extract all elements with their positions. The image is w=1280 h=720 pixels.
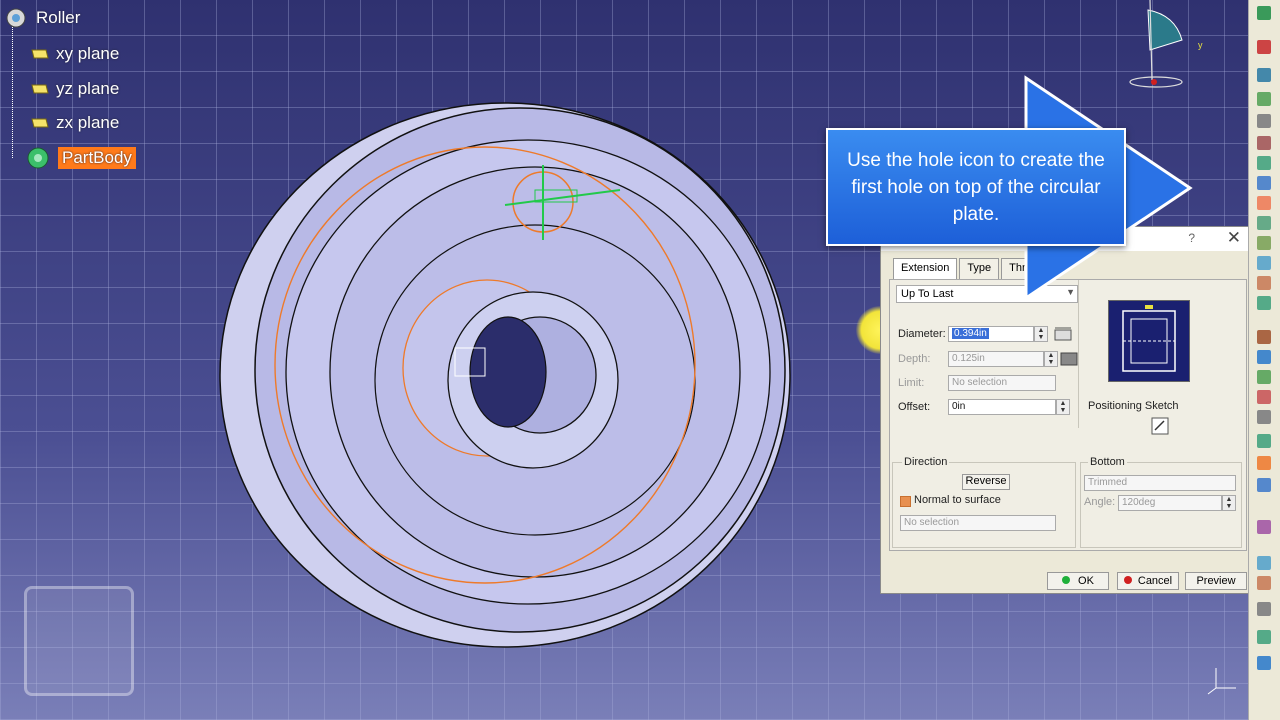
limit-label: Limit: xyxy=(898,377,925,389)
positioning-sketch-label: Positioning Sketch xyxy=(1088,400,1179,412)
tree-item-partbody[interactable]: PartBody xyxy=(24,145,136,171)
direction-selection-input[interactable]: No selection xyxy=(900,515,1056,531)
toolbar-tool-icon[interactable] xyxy=(1257,370,1271,384)
diameter-label: Diameter: xyxy=(898,328,946,340)
tree-connector xyxy=(12,24,13,158)
diameter-spinner[interactable]: ▲ ▼ xyxy=(1034,326,1048,342)
angle-label: Angle: xyxy=(1084,496,1116,508)
axis-triad-icon xyxy=(1207,668,1236,695)
measure-icon[interactable] xyxy=(1052,324,1074,344)
plane-icon xyxy=(31,84,49,94)
depth-input[interactable]: 0.125in xyxy=(948,351,1044,367)
toolbar-tool-icon[interactable] xyxy=(1257,156,1271,170)
tree-root-roller[interactable]: Roller xyxy=(4,5,80,31)
depth-label: Depth: xyxy=(898,353,931,365)
offset-label: Offset: xyxy=(898,401,931,413)
ok-label: OK xyxy=(1078,575,1094,587)
toolbar-tool-icon[interactable] xyxy=(1257,390,1271,404)
ok-icon xyxy=(1062,576,1071,584)
toolbar-tool-icon[interactable] xyxy=(1257,576,1271,590)
specification-tree: Roller xy plane yz plane zx plane PartBo… xyxy=(0,0,220,180)
svg-text:y: y xyxy=(1198,40,1203,50)
watermark-logo xyxy=(24,586,134,696)
toolbar-tool-icon[interactable] xyxy=(1257,114,1271,128)
offset-input[interactable]: 0in xyxy=(948,399,1056,415)
angle-input[interactable]: 120deg xyxy=(1118,495,1222,511)
toolbar-tool-icon[interactable] xyxy=(1257,68,1271,82)
tree-item-yz-plane[interactable]: yz plane xyxy=(30,76,119,102)
preview-button[interactable]: Preview xyxy=(1185,572,1247,590)
part-gear-icon xyxy=(6,8,26,28)
sketch-icon[interactable] xyxy=(1150,416,1170,436)
toolbar-tool-icon[interactable] xyxy=(1257,176,1271,190)
hole-tool-icon[interactable] xyxy=(1257,196,1271,210)
diameter-input[interactable]: 0.394in xyxy=(948,326,1034,342)
normal-to-surface-label: Normal to surface xyxy=(914,494,1001,506)
toolbar-tool-icon[interactable] xyxy=(1257,630,1271,644)
toolbar-tool-icon[interactable] xyxy=(1257,410,1271,424)
normal-to-surface-checkbox[interactable] xyxy=(900,496,911,507)
cancel-icon xyxy=(1123,576,1132,584)
tree-item-label: PartBody xyxy=(58,147,136,169)
callout-text: Use the hole icon to create the first ho… xyxy=(847,149,1105,225)
tree-item-label: yz plane xyxy=(56,79,120,98)
plane-icon xyxy=(31,118,49,128)
tree-item-xy-plane[interactable]: xy plane xyxy=(30,41,119,67)
toolbar-tool-icon[interactable] xyxy=(1257,6,1271,20)
reverse-button[interactable]: Reverse xyxy=(962,474,1010,490)
tree-item-label: zx plane xyxy=(56,113,120,132)
limit-input[interactable]: No selection xyxy=(948,375,1056,391)
toolbar-tool-icon[interactable] xyxy=(1257,136,1271,150)
ok-button[interactable]: OK xyxy=(1047,572,1109,590)
toolbar-tool-icon[interactable] xyxy=(1257,330,1271,344)
cancel-label: Cancel xyxy=(1137,575,1173,587)
toolbar-tool-icon[interactable] xyxy=(1257,276,1271,290)
toolbar-tool-icon[interactable] xyxy=(1257,434,1271,448)
direction-title: Direction xyxy=(902,456,950,468)
toolbar-tool-icon[interactable] xyxy=(1257,520,1271,534)
depth-measure-icon[interactable] xyxy=(1058,349,1080,369)
tree-root-label: Roller xyxy=(36,8,81,27)
toolbar-tool-icon[interactable] xyxy=(1257,236,1271,250)
offset-spinner[interactable]: ▲ ▼ xyxy=(1056,399,1070,415)
bottom-type-select[interactable]: Trimmed xyxy=(1084,475,1236,491)
close-icon[interactable]: ✕ xyxy=(1227,228,1241,248)
tree-item-zx-plane[interactable]: zx plane xyxy=(30,110,119,136)
toolbar-tool-icon[interactable] xyxy=(1257,92,1271,106)
tab-type[interactable]: Type xyxy=(959,258,1000,280)
toolbar-tool-icon[interactable] xyxy=(1257,216,1271,230)
bottom-title: Bottom xyxy=(1088,456,1127,468)
body-gear-icon xyxy=(27,147,49,169)
cancel-button[interactable]: Cancel xyxy=(1117,572,1179,590)
right-toolbar xyxy=(1248,0,1280,720)
extension-type-value: Up To Last xyxy=(901,288,954,300)
instruction-callout: Use the hole icon to create the first ho… xyxy=(826,128,1126,246)
depth-spinner[interactable]: ▲ ▼ xyxy=(1044,351,1058,367)
toolbar-tool-icon[interactable] xyxy=(1257,350,1271,364)
tab-extension[interactable]: Extension xyxy=(893,258,958,280)
toolbar-tool-icon[interactable] xyxy=(1257,256,1271,270)
toolbar-tool-icon[interactable] xyxy=(1257,656,1271,670)
hole-preview-image xyxy=(1108,300,1190,382)
tree-item-label: xy plane xyxy=(56,44,120,63)
toolbar-tool-icon[interactable] xyxy=(1257,40,1271,54)
toolbar-tool-icon[interactable] xyxy=(1257,556,1271,570)
toolbar-tool-icon[interactable] xyxy=(1257,478,1271,492)
diameter-value: 0.394in xyxy=(952,328,989,339)
extension-panel: Up To Last ▼ Diameter: 0.394in ▲ ▼ Depth:… xyxy=(889,279,1247,551)
angle-spinner[interactable]: ▲ ▼ xyxy=(1222,495,1236,511)
hole-section-icon xyxy=(1122,305,1176,372)
plane-icon xyxy=(31,49,49,59)
toolbar-tool-icon[interactable] xyxy=(1257,456,1271,470)
toolbar-tool-icon[interactable] xyxy=(1257,296,1271,310)
toolbar-tool-icon[interactable] xyxy=(1257,602,1271,616)
bore-hole xyxy=(469,316,547,428)
